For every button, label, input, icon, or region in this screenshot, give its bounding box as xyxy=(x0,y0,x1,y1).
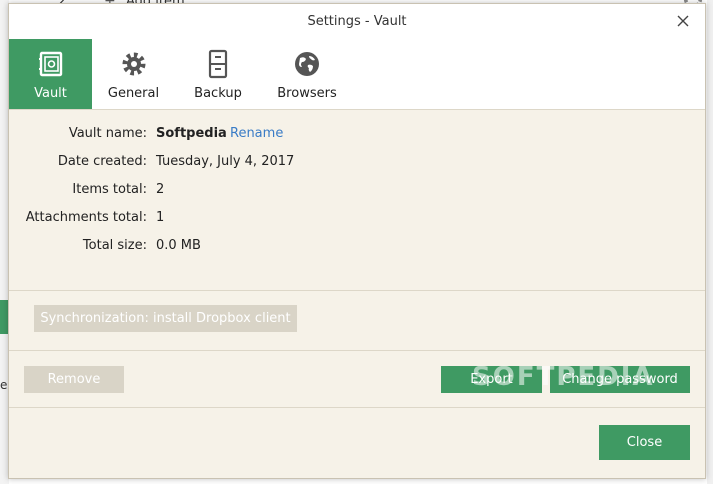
dialog-title: Settings - Vault xyxy=(307,14,407,29)
date-created-value: Tuesday, July 4, 2017 xyxy=(156,154,295,169)
total-size-label: Total size: xyxy=(82,238,147,253)
items-total-row: Items total: 2 xyxy=(9,182,705,202)
attachments-total-label: Attachments total: xyxy=(25,210,147,225)
background-selected-row xyxy=(0,300,8,334)
divider xyxy=(9,350,705,351)
tab-general-label: General xyxy=(107,86,160,101)
export-button[interactable]: Export xyxy=(441,366,542,393)
divider xyxy=(9,407,705,408)
settings-tabs: Vault General Backup Browsers xyxy=(9,39,705,110)
tab-browsers[interactable]: Browsers xyxy=(261,39,353,109)
change-password-button[interactable]: Change password xyxy=(550,366,690,393)
vault-name-value: Softpedia xyxy=(156,126,227,141)
items-total-value: 2 xyxy=(156,182,165,197)
attachments-total-row: Attachments total: 1 xyxy=(9,210,705,230)
tab-browsers-label: Browsers xyxy=(277,86,337,101)
date-created-row: Date created: Tuesday, July 4, 2017 xyxy=(9,154,705,174)
backup-cabinet-icon xyxy=(208,49,228,79)
vault-name-row: Vault name: Softpedia Rename xyxy=(9,126,705,146)
tab-backup[interactable]: Backup xyxy=(175,39,261,109)
dialog-titlebar: Settings - Vault xyxy=(9,4,705,40)
globe-icon xyxy=(295,52,319,76)
close-button[interactable]: Close xyxy=(599,425,690,460)
total-size-row: Total size: 0.0 MB xyxy=(9,238,705,258)
tab-general[interactable]: General xyxy=(92,39,175,109)
items-total-label: Items total: xyxy=(72,182,147,197)
rename-link[interactable]: Rename xyxy=(230,126,283,141)
close-icon[interactable] xyxy=(675,13,691,29)
tab-vault[interactable]: Vault xyxy=(9,39,92,109)
sync-dropbox-button[interactable]: Synchronization: install Dropbox client xyxy=(34,305,297,332)
tab-backup-label: Backup xyxy=(194,86,242,101)
vault-icon xyxy=(38,51,62,77)
gear-icon xyxy=(122,52,145,76)
date-created-label: Date created: xyxy=(57,154,147,169)
background-app-right-strip xyxy=(707,0,713,484)
settings-dialog: Settings - Vault Vault General Backup Br… xyxy=(8,3,706,479)
tab-vault-label: Vault xyxy=(34,86,67,101)
background-text: e xyxy=(0,378,8,392)
remove-button[interactable]: Remove xyxy=(24,366,124,393)
divider xyxy=(9,290,705,291)
total-size-value: 0.0 MB xyxy=(156,238,201,253)
vault-name-label: Vault name: xyxy=(68,126,147,141)
attachments-total-value: 1 xyxy=(156,210,165,225)
